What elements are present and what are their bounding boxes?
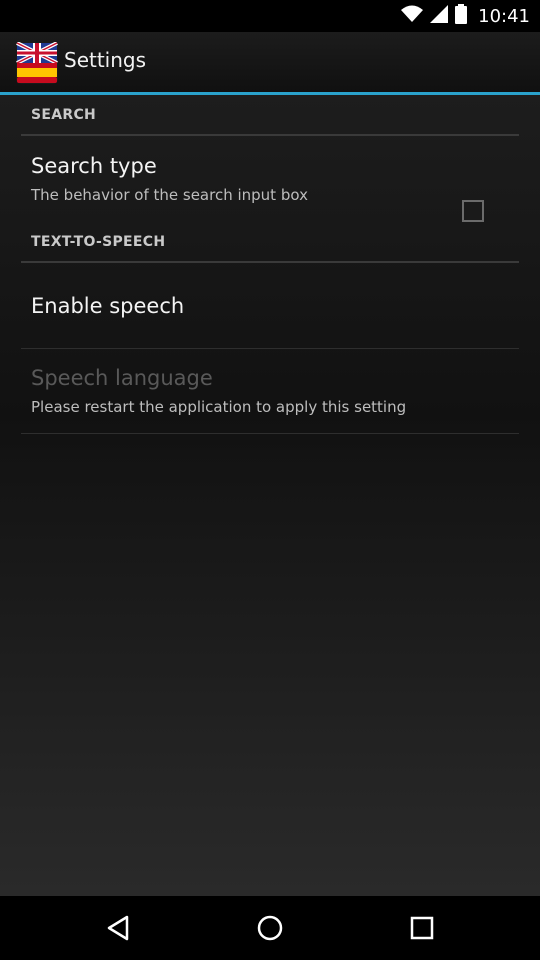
pref-speech-language-title: Speech language bbox=[31, 366, 213, 390]
home-icon[interactable] bbox=[250, 910, 290, 946]
uk-spain-flag-icon[interactable] bbox=[16, 41, 58, 84]
pref-enable-speech-title: Enable speech bbox=[31, 294, 185, 318]
back-icon[interactable] bbox=[98, 910, 138, 946]
recents-icon[interactable] bbox=[402, 910, 442, 946]
pref-speech-language-summary: Please restart the application to apply … bbox=[31, 398, 407, 416]
section-header-search: SEARCH bbox=[31, 107, 97, 123]
section-divider bbox=[21, 134, 519, 136]
wifi-icon bbox=[401, 5, 424, 27]
enable-speech-checkbox[interactable] bbox=[462, 200, 484, 222]
battery-icon bbox=[455, 4, 468, 28]
status-bar: 10:41 bbox=[0, 0, 540, 32]
section-divider bbox=[21, 261, 519, 263]
list-divider bbox=[21, 433, 519, 434]
navigation-bar bbox=[0, 896, 540, 960]
status-icons: 10:41 bbox=[401, 4, 530, 28]
signal-icon bbox=[430, 5, 449, 27]
status-time: 10:41 bbox=[478, 5, 530, 27]
pref-search-type-summary: The behavior of the search input box bbox=[31, 186, 308, 204]
page-title: Settings bbox=[64, 48, 147, 72]
pref-search-type-title: Search type bbox=[31, 154, 157, 178]
list-divider bbox=[21, 348, 519, 349]
section-header-tts: TEXT-TO-SPEECH bbox=[31, 234, 166, 250]
settings-list bbox=[0, 95, 540, 896]
